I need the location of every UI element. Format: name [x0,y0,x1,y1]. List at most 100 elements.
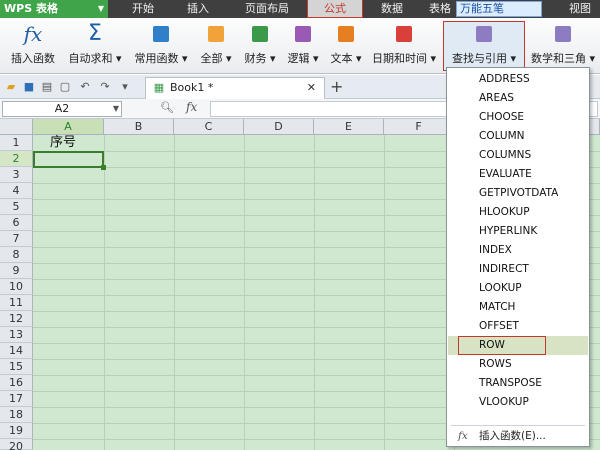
new-tab-button[interactable]: + [330,77,343,97]
menu-item-columns[interactable]: COLUMNS [448,146,588,165]
chevron-down-icon: ▼ [97,4,104,13]
row-header[interactable]: 6 [0,215,33,231]
common-functions-button[interactable]: 常用函数 ▾ [130,22,192,70]
fx-icon[interactable]: fx [186,100,197,114]
menu-item-evaluate[interactable]: EVALUATE [448,165,588,184]
row-header[interactable]: 17 [0,391,33,407]
print-icon[interactable]: ▤ [40,80,54,93]
common-functions-label: 常用函数 [134,52,179,65]
app-logo: WPS 表格 [4,2,58,15]
spreadsheet-icon: ▦ [153,81,165,94]
lookup-reference-label: 查找与引用 [451,52,507,65]
menu-item-row[interactable]: ROW [448,336,588,355]
chevron-down-icon[interactable]: ▼ [113,102,119,116]
menu-item-getpivotdata[interactable]: GETPIVOTDATA [448,184,588,203]
cell-a1[interactable]: 序号 [50,135,76,151]
menu-item-indirect[interactable]: INDIRECT [448,260,588,279]
menu-item-hlookup[interactable]: HLOOKUP [448,203,588,222]
menu-item-areas[interactable]: AREAS [448,89,588,108]
insert-function-button[interactable]: fx 插入函数 [6,22,60,70]
lookup-icon [476,26,492,42]
fx-icon: fx [458,430,468,442]
column-header-d[interactable]: D [244,119,314,135]
column-header-a[interactable]: A [33,119,104,135]
all-functions-button[interactable]: 全部 ▾ [196,22,236,70]
print-preview-icon[interactable]: ▢ [58,80,72,93]
lookup-function-menu: ADDRESS AREAS CHOOSE COLUMN COLUMNS EVAL… [446,67,590,447]
save-icon[interactable]: ■ [22,80,36,93]
row-header[interactable]: 16 [0,375,33,391]
column-header-b[interactable]: B [104,119,174,135]
select-all-corner[interactable] [0,119,33,135]
tab-table[interactable]: 表格 [420,0,460,18]
common-func-icon [153,26,169,42]
tab-insert[interactable]: 插入 [176,0,220,18]
row-header[interactable]: 9 [0,263,33,279]
document-tab[interactable]: ▦ Book1 * ✕ [145,77,325,99]
row-header[interactable]: 2 [0,151,33,167]
row-header[interactable]: 12 [0,311,33,327]
menu-item-choose[interactable]: CHOOSE [448,108,588,127]
logic-icon [295,26,311,42]
row-header[interactable]: 4 [0,183,33,199]
insert-function-menu-label: 插入函数(E)... [479,430,546,442]
math-trig-button[interactable]: 数学和三角 ▾ [528,22,598,70]
datetime-button[interactable]: 日期和时间 ▾ [368,22,440,70]
undo-icon[interactable]: ↶ [78,80,92,93]
tab-formulas[interactable]: 公式 [307,0,363,18]
document-name: Book1 * [170,81,214,94]
row-header[interactable]: 7 [0,231,33,247]
menu-item-offset[interactable]: OFFSET [448,317,588,336]
menu-item-insert-function[interactable]: fx 插入函数(E)... [448,427,588,446]
app-logo-menu[interactable]: WPS 表格 ▼ [0,0,108,18]
logic-button[interactable]: 逻辑 ▾ [283,22,323,70]
row-header[interactable]: 14 [0,343,33,359]
menu-item-rows[interactable]: ROWS [448,355,588,374]
menu-item-vlookup[interactable]: VLOOKUP [448,393,588,412]
close-icon[interactable]: ✕ [307,78,316,98]
autosum-button[interactable]: Σ 自动求和 ▾ [64,22,126,70]
column-header-c[interactable]: C [174,119,244,135]
row-header[interactable]: 11 [0,295,33,311]
datetime-label: 日期和时间 [371,52,427,65]
finance-button[interactable]: 财务 ▾ [240,22,280,70]
zoom-icon[interactable]: 🔍︎ [160,101,174,114]
redo-icon[interactable]: ↷ [98,80,112,93]
text-functions-button[interactable]: 文本 ▾ [326,22,366,70]
row-header[interactable]: 19 [0,423,33,439]
menu-bar: WPS 表格 ▼ 开始 插入 页面布局 公式 数据 表格 审阅 视图 万能五笔 [0,0,600,18]
row-header[interactable]: 8 [0,247,33,263]
tab-page-layout[interactable]: 页面布局 [232,0,302,18]
menu-divider [451,425,585,426]
fill-handle[interactable] [101,165,106,170]
text-functions-label: 文本 [330,52,353,65]
open-folder-icon[interactable]: ▰ [4,80,18,93]
row-header[interactable]: 3 [0,167,33,183]
menu-item-index[interactable]: INDEX [448,241,588,260]
row-header[interactable]: 15 [0,359,33,375]
menu-item-address[interactable]: ADDRESS [448,70,588,89]
row-header[interactable]: 10 [0,279,33,295]
selected-cell-a2[interactable] [33,151,106,170]
row-header[interactable]: 1 [0,135,33,151]
menu-item-column[interactable]: COLUMN [448,127,588,146]
tab-data[interactable]: 数据 [370,0,414,18]
row-header[interactable]: 13 [0,327,33,343]
logic-label: 逻辑 [287,52,310,65]
menu-item-hyperlink[interactable]: HYPERLINK [448,222,588,241]
tab-view[interactable]: 视图 [560,0,600,18]
row-header[interactable]: 20 [0,439,33,450]
cell-reference: A2 [54,102,70,115]
column-header-f[interactable]: F [384,119,454,135]
lookup-reference-button[interactable]: 查找与引用 ▾ [443,21,525,71]
row-header[interactable]: 18 [0,407,33,423]
all-functions-label: 全部 [200,52,223,65]
menu-item-transpose[interactable]: TRANSPOSE [448,374,588,393]
tab-home[interactable]: 开始 [118,0,168,18]
name-box[interactable]: A2 ▼ [2,101,122,117]
menu-item-match[interactable]: MATCH [448,298,588,317]
column-header-e[interactable]: E [314,119,384,135]
menu-item-lookup[interactable]: LOOKUP [448,279,588,298]
row-header[interactable]: 5 [0,199,33,215]
chevron-down-icon[interactable]: ▾ [118,80,132,93]
